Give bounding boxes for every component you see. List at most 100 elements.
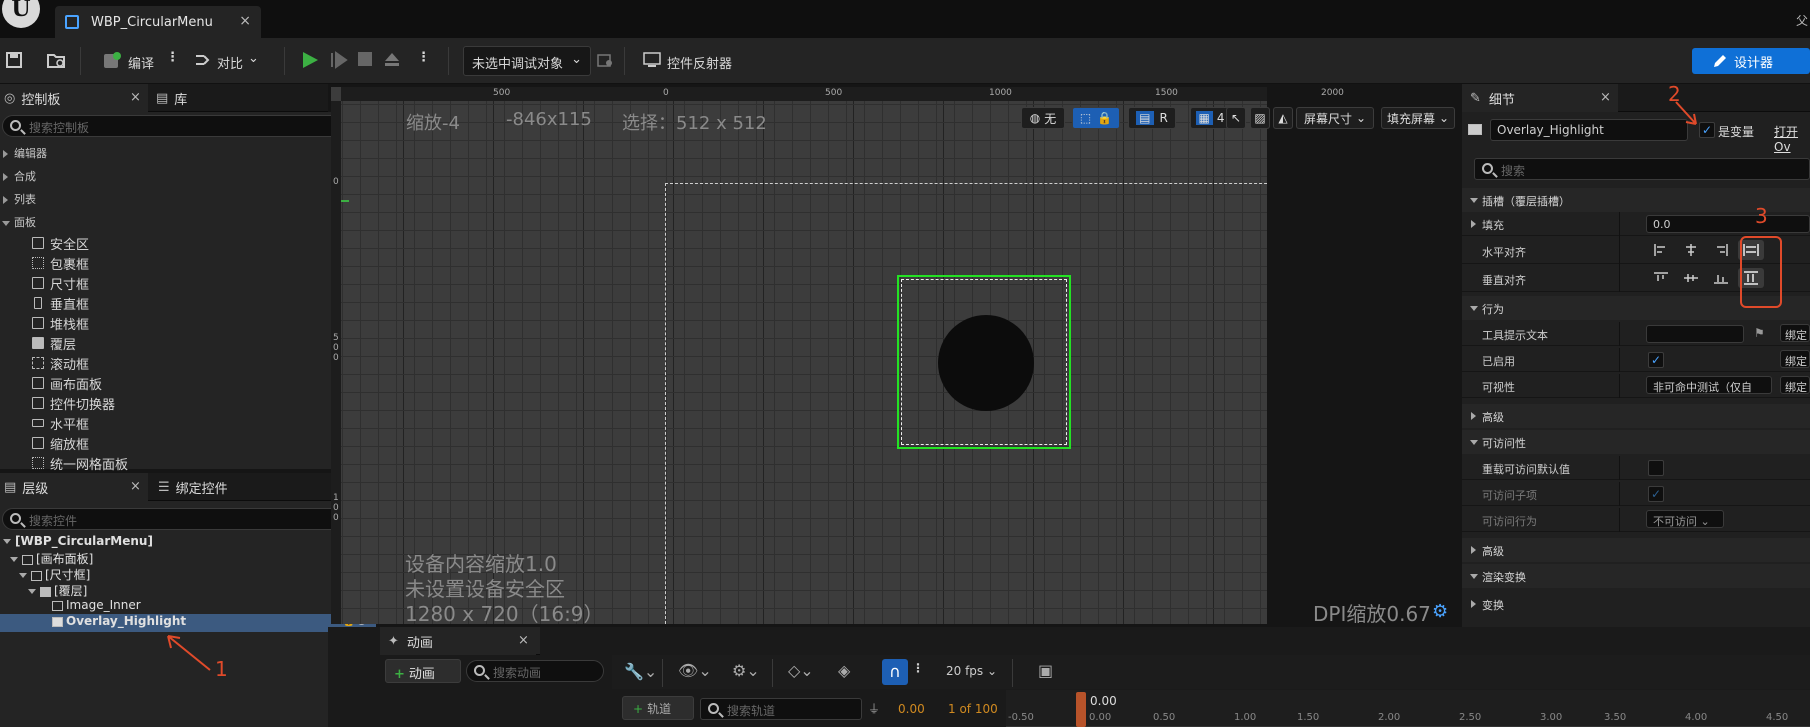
cursor-icon[interactable]: ↖	[1226, 107, 1246, 129]
filter-icon[interactable]: ⏚	[868, 700, 880, 717]
current-time-value[interactable]: 0.00	[898, 702, 925, 716]
padding-input[interactable]: 0.0	[1646, 215, 1810, 233]
category-composite[interactable]: 合成	[0, 168, 36, 188]
close-tab-icon[interactable]: ×	[239, 13, 251, 29]
section-transform[interactable]: 变换	[1462, 592, 1810, 616]
v-align-bottom-button[interactable]	[1708, 268, 1734, 288]
palette-item-scalebox[interactable]: 缩放框	[32, 434, 89, 454]
palette-item-scrollbox[interactable]: 滚动框	[32, 354, 89, 374]
tab-hierarchy[interactable]: ▤ 层级 ×	[0, 473, 148, 501]
fps-dropdown[interactable]: 20 fps ⌄	[946, 664, 997, 678]
tab-palette[interactable]: ◎ 控制板 ×	[0, 84, 148, 112]
designer-canvas[interactable]: ⤡	[331, 87, 1267, 624]
stop-icon[interactable]	[358, 52, 372, 66]
open-link[interactable]: 打开Ov	[1774, 123, 1810, 154]
palette-item-uniformgrid[interactable]: 统一网格面板	[32, 454, 128, 474]
visibility-bind-button[interactable]: 绑定	[1780, 376, 1810, 394]
respect-locks-button[interactable]: ▤ R	[1128, 107, 1176, 129]
unreal-logo-icon[interactable]: U	[2, 0, 40, 28]
animation-search-input[interactable]: 搜索动画	[466, 660, 604, 682]
add-track-button[interactable]: + 轨道	[622, 696, 694, 720]
save-icon[interactable]	[6, 52, 22, 68]
palette-item-widgetswitcher[interactable]: 控件切换器	[32, 394, 115, 414]
compile-options-icon[interactable]: ⋮	[166, 50, 179, 65]
v-align-center-button[interactable]	[1678, 268, 1704, 288]
palette-item-sizebox[interactable]: 尺寸框	[32, 274, 89, 294]
enabled-checkbox[interactable]: ✓	[1648, 352, 1664, 368]
flag-icon[interactable]: ⚑	[1754, 326, 1765, 340]
designer-mode-button[interactable]: 设计器	[1692, 48, 1810, 74]
hierarchy-search-input[interactable]: 搜索控件	[2, 508, 372, 530]
keyframe-icon[interactable]: ◈	[838, 661, 850, 680]
snap-magnet-icon[interactable]: ∩	[882, 659, 908, 685]
inner-circle-image[interactable]	[938, 315, 1034, 411]
play-options-icon[interactable]: ⋮	[417, 50, 430, 65]
add-animation-button[interactable]: + 动画	[385, 659, 461, 683]
section-advanced-accessibility[interactable]: 高级	[1462, 538, 1810, 562]
image-mode-icon[interactable]: ▨	[1250, 107, 1270, 129]
palette-search-input[interactable]: 搜索控制板	[2, 115, 372, 137]
palette-item-wrapbox[interactable]: 包裹框	[32, 254, 89, 274]
tree-node-root[interactable]: [WBP_CircularMenu]	[3, 534, 373, 550]
tree-node-overlay[interactable]: [覆层]🔓👁	[28, 582, 373, 598]
palette-item-canvaspanel[interactable]: 画布面板	[32, 374, 102, 394]
section-render-transform[interactable]: 渲染变换	[1462, 564, 1810, 588]
close-icon[interactable]: ×	[518, 633, 529, 648]
palette-item-horizontalbox[interactable]: 水平框	[32, 414, 89, 434]
eye-icon[interactable]: 👁⌄	[678, 661, 712, 680]
h-align-right-button[interactable]	[1708, 240, 1734, 260]
tree-node-sizebox[interactable]: [尺寸框]🔓👁	[19, 566, 373, 582]
palette-item-overlay[interactable]: 覆层	[32, 334, 76, 354]
triangle-icon[interactable]: ◭	[1273, 107, 1293, 129]
tree-node-canvaspanel[interactable]: [画布面板]🔓👁	[10, 550, 373, 566]
widget-name-input[interactable]: Overlay_Highlight	[1490, 119, 1688, 141]
tab-bind-widgets[interactable]: ☰ 绑定控件	[158, 473, 278, 501]
grid-snap-button[interactable]: ▦ 4	[1190, 107, 1230, 129]
v-align-top-button[interactable]	[1648, 268, 1674, 288]
key-icon[interactable]: ◇⌄	[788, 661, 814, 680]
play-icon[interactable]	[300, 50, 320, 70]
category-list[interactable]: 列表	[0, 191, 36, 211]
snap-lock-button[interactable]: ⬚ 🔒	[1072, 107, 1120, 129]
category-panel[interactable]: 面板	[0, 214, 36, 234]
tooltip-bind-button[interactable]: 绑定	[1780, 324, 1810, 342]
tooltip-input[interactable]	[1646, 325, 1744, 343]
tree-node-image-inner[interactable]: Image_Inner🔓👁	[52, 598, 373, 614]
fill-screen-dropdown[interactable]: 填充屏幕 ⌄	[1381, 107, 1455, 129]
compile-button[interactable]: 编译	[128, 53, 154, 72]
debug-browse-icon[interactable]	[597, 52, 613, 68]
accessible-behavior-dropdown[interactable]: 不可访问 ⌄	[1646, 510, 1724, 528]
visibility-dropdown[interactable]: 非可命中测试（仅自	[1646, 376, 1772, 394]
section-accessibility[interactable]: 可访问性	[1462, 430, 1810, 454]
widget-reflector-icon[interactable]	[643, 52, 661, 68]
screen-size-dropdown[interactable]: 屏幕尺寸 ⌄	[1296, 107, 1374, 129]
category-editor[interactable]: 编辑器	[0, 145, 47, 165]
document-tab[interactable]: WBP_CircularMenu ×	[55, 6, 261, 38]
close-icon[interactable]: ×	[130, 90, 141, 105]
tab-library[interactable]: ▤ 库	[156, 84, 236, 112]
eject-icon[interactable]	[383, 51, 401, 67]
section-advanced-behavior[interactable]: 高级	[1462, 404, 1810, 428]
h-align-center-button[interactable]	[1678, 240, 1704, 260]
enabled-bind-button[interactable]: 绑定	[1780, 350, 1810, 368]
timeline-ruler[interactable]: 0.00 -0.50 0.00 0.50 1.00 1.50 2.00 2.50…	[1006, 690, 1810, 727]
palette-item-verticalbox[interactable]: 垂直框	[32, 294, 89, 314]
playhead[interactable]	[1076, 692, 1086, 727]
h-align-left-button[interactable]	[1648, 240, 1674, 260]
track-search-input[interactable]: 搜索轨道	[700, 698, 862, 720]
browse-icon[interactable]	[46, 51, 66, 69]
override-accessible-checkbox[interactable]	[1648, 460, 1664, 476]
world-space-button[interactable]: ◍ 无	[1021, 107, 1065, 129]
overlay-highlight-selection[interactable]	[897, 275, 1071, 449]
tab-animation[interactable]: ✦ 动画 ×	[380, 627, 536, 655]
diff-icon[interactable]	[194, 52, 212, 68]
widget-reflector-button[interactable]: 控件反射器	[667, 53, 732, 72]
settings-icon[interactable]: ⚙⌄	[732, 661, 760, 680]
details-search-input[interactable]: 搜索	[1474, 158, 1810, 180]
expand-arrow-icon[interactable]	[1471, 220, 1476, 228]
palette-item-stackbox[interactable]: 堆栈框	[32, 314, 89, 334]
chevron-down-icon[interactable]: ⌄	[248, 51, 259, 66]
diff-button[interactable]: 对比	[217, 53, 243, 72]
close-icon[interactable]: ×	[130, 479, 141, 494]
accessible-children-checkbox[interactable]: ✓	[1648, 486, 1664, 502]
